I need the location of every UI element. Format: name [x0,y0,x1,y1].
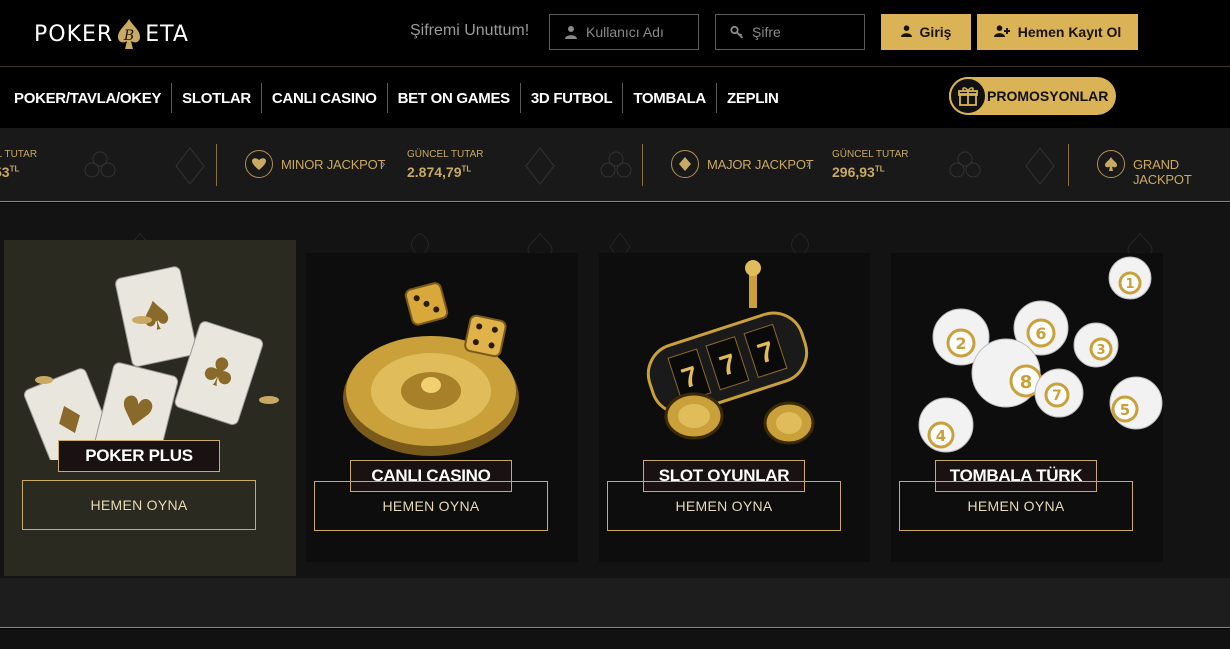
jackpot-value-minor: 2.874,79TL [407,164,472,180]
password-input[interactable] [752,24,862,40]
jackpot-name-major: MAJOR JACKPOT [707,157,814,172]
password-field[interactable] [715,14,865,50]
game-card-slot-oyunlar[interactable]: 7 7 7 SLOT OYUNLAR HEMEN OYNA [599,253,870,562]
club-bg-icon [949,151,981,178]
user-icon [900,24,912,40]
username-field[interactable] [549,14,699,50]
jackpot-name-grand: GRAND JACKPOT [1133,157,1192,187]
spade-icon [1097,150,1125,178]
chevron-right-icon[interactable]: › [381,156,385,171]
play-now-button[interactable]: HEMEN OYNA [899,481,1133,531]
ball-number: 6 [1035,324,1046,343]
nav-items: POKER/TAVLA/OKEY SLOTLAR CANLI CASINO BE… [4,83,789,113]
top-header: POKER B ETA Şifremi Unuttum! Giriş Hem [0,0,1230,66]
nav-item-3d-futbol[interactable]: 3D FUTBOL [521,83,624,113]
ball-number: 2 [955,334,966,353]
game-card-poker-plus[interactable]: ♠ ♣ ♦ ♥ POKER PLUS HEMEN OYNA [4,240,296,576]
play-now-button[interactable]: HEMEN OYNA [314,481,548,531]
jackpot-current-label: GÜNCEL TUTAR [407,149,484,160]
club-bg-icon [84,151,116,178]
roulette-wheel-icon [343,282,519,456]
gift-icon [949,77,987,115]
jackpot-value-major: 296,93TL [832,164,885,180]
game-card-canli-casino[interactable]: CANLI CASINO HEMEN OYNA [306,253,578,562]
diamond-bg-icon [175,147,205,185]
user-icon [564,25,578,39]
nav-item-canli-casino[interactable]: CANLI CASINO [262,83,388,113]
register-button[interactable]: Hemen Kayıt Ol [977,14,1138,50]
diamond-icon [671,150,699,178]
ball-number: 8 [1020,372,1033,393]
diamond-bg-icon [1025,147,1055,185]
nav-item-poker[interactable]: POKER/TAVLA/OKEY [4,83,173,113]
chevron-right-icon[interactable]: › [806,156,810,171]
ball-number: 7 [1052,388,1062,404]
ball-number: 3 [1096,343,1105,358]
games-section: ♠ ♣ ♦ ♥ POKER PLUS HEMEN OYNA CANLI CASI… [0,203,1230,578]
play-now-button[interactable]: HEMEN OYNA [607,481,841,531]
login-button[interactable]: Giriş [881,14,971,50]
bottom-bar [0,578,1230,628]
game-title: POKER PLUS [58,440,220,472]
promotions-button[interactable]: PROMOSYONLAR [949,77,1116,115]
key-icon [730,25,744,39]
heart-icon [245,150,273,178]
site-logo[interactable]: POKER B ETA [34,12,189,56]
jackpot-partial-label: EL TUTAR [0,149,38,160]
jackpot-divider [642,144,643,186]
ball-number: 1 [1125,277,1134,292]
nav-item-zeplin[interactable]: ZEPLIN [717,83,789,113]
diamond-bg-icon [525,147,555,185]
game-card-tombala-turk[interactable]: 1 2 6 3 8 7 5 4 TOMBALA TÜRK HEMEN OYNA [891,253,1163,562]
slot-machine-icon: 7 7 7 [646,260,815,445]
forgot-password-link[interactable]: Şifremi Unuttum! [410,22,529,40]
jackpot-divider [1068,144,1069,186]
ball-number: 4 [936,427,946,445]
play-now-button[interactable]: HEMEN OYNA [22,480,256,530]
nav-item-tombala[interactable]: TOMBALA [623,83,717,113]
jackpot-current-label: GÜNCEL TUTAR [832,149,909,160]
footer-strip [0,629,1230,649]
spade-b-logo-icon: B [115,17,143,51]
jackpot-divider [216,144,217,186]
bingo-balls-icon: 1 2 6 3 8 7 5 4 [918,256,1163,453]
logo-text-left: POKER [34,21,114,47]
ball-number: 5 [1120,401,1130,419]
playing-cards-icon: ♠ ♣ ♦ ♥ [24,266,279,460]
nav-item-bet-on-games[interactable]: BET ON GAMES [388,83,521,113]
register-label: Hemen Kayıt Ol [1017,24,1122,40]
jackpot-ticker: EL TUTAR 53TL MINOR JACKPOT › GÜNCEL TUT… [0,128,1230,202]
club-bg-icon [600,151,632,178]
username-input[interactable] [586,24,696,40]
user-plus-icon [993,24,1010,40]
promotions-label: PROMOSYONLAR [987,88,1109,104]
svg-text:B: B [123,28,134,44]
logo-text-right: ETA [145,21,189,47]
nav-item-slotlar[interactable]: SLOTLAR [172,83,262,113]
jackpot-partial-value: 53TL [0,164,20,180]
login-label: Giriş [919,24,952,40]
jackpot-name-minor: MINOR JACKPOT [281,157,386,172]
